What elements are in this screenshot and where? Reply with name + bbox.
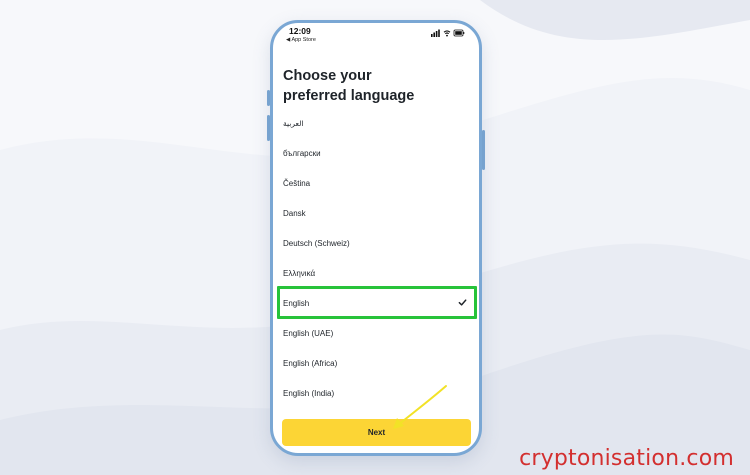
language-option-english-africa[interactable]: English (Africa) (273, 349, 479, 379)
language-label: العربية (283, 119, 304, 128)
language-option-greek[interactable]: Ελληνικά (273, 259, 479, 289)
wifi-icon (443, 30, 451, 37)
language-option-arabic[interactable]: العربية (273, 109, 479, 139)
next-button[interactable]: Next (282, 419, 471, 446)
language-label: English (Africa) (283, 359, 338, 368)
language-option-english-india[interactable]: English (India) (273, 379, 479, 409)
language-label: English (283, 299, 310, 308)
status-bar: 12:09 ◀ App Store (273, 23, 479, 49)
language-label: български (283, 149, 321, 158)
language-label: Deutsch (Schweiz) (283, 239, 350, 248)
language-label: English (UAE) (283, 329, 334, 338)
language-label: Ελληνικά (283, 269, 316, 278)
language-option-english-uae[interactable]: English (UAE) (273, 319, 479, 349)
phone-frame: 12:09 ◀ App Store Choose your preferred (270, 20, 482, 456)
language-option-danish[interactable]: Dansk (273, 199, 479, 229)
checkmark-icon (458, 299, 467, 306)
language-list: العربية български Čeština Dansk Deutsch … (273, 109, 479, 409)
language-label: Čeština (283, 179, 311, 188)
phone-side-button-right (482, 130, 485, 170)
language-label: Dansk (283, 209, 306, 218)
language-option-czech[interactable]: Čeština (273, 169, 479, 199)
battery-icon (453, 29, 465, 37)
title-line-2: preferred language (283, 88, 415, 104)
language-option-german-swiss[interactable]: Deutsch (Schweiz) (273, 229, 479, 259)
page-title: Choose your preferred language (283, 66, 463, 106)
language-label: English (India) (283, 389, 335, 398)
status-icons (431, 29, 465, 37)
status-time: 12:09 (289, 26, 311, 36)
title-line-1: Choose your (283, 68, 372, 84)
watermark-text: cryptonisation.com (519, 446, 734, 471)
language-option-bulgarian[interactable]: български (273, 139, 479, 169)
signal-icon (431, 29, 440, 37)
back-to-app-store-link[interactable]: ◀ App Store (286, 37, 316, 43)
language-option-english-selected[interactable]: English (273, 286, 479, 319)
